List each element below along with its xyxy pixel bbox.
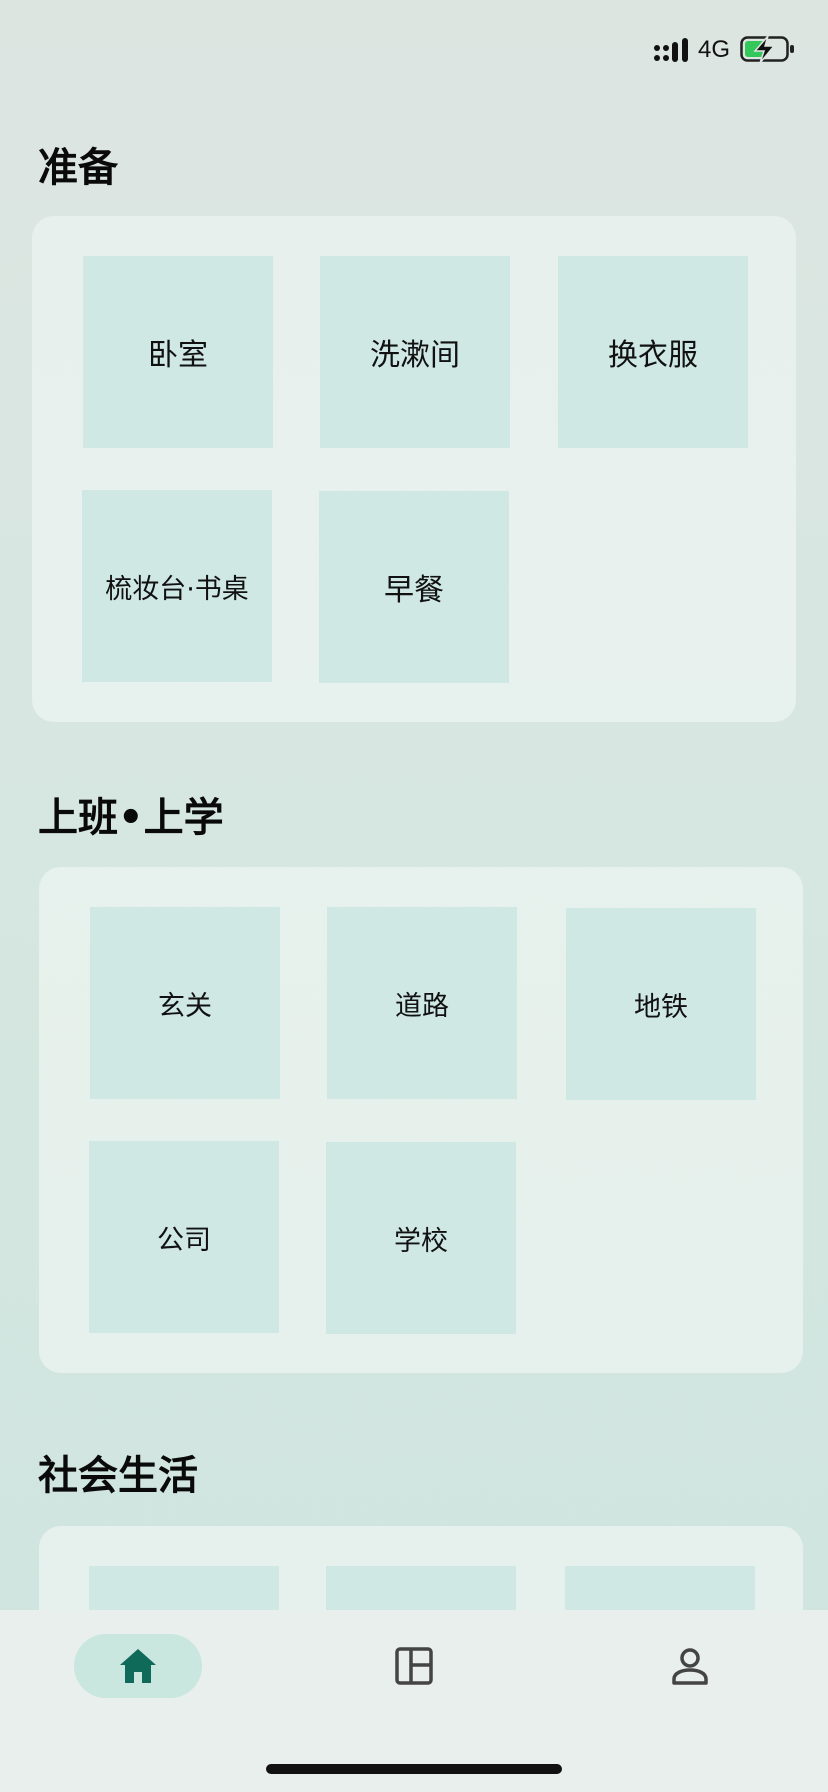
person-icon (672, 1648, 708, 1685)
scene-tile[interactable]: 洗漱间 (320, 256, 510, 448)
tab-home[interactable] (74, 1634, 202, 1698)
section-title-social-life: 社会生活 (38, 1453, 198, 1499)
layout-icon (395, 1647, 433, 1685)
scene-tile[interactable]: 道路 (327, 907, 517, 1099)
battery-charging-icon (740, 35, 794, 64)
scene-tile[interactable]: 卧室 (83, 256, 273, 448)
section-title-prepare: 准备 (38, 145, 118, 191)
scene-tile[interactable]: 梳妆台·书桌 (82, 490, 272, 682)
section-title-commute: 上班•上学 (38, 795, 224, 841)
home-icon (120, 1649, 156, 1683)
scene-tile[interactable]: 地铁 (566, 908, 756, 1100)
scene-tile[interactable]: 换衣服 (558, 256, 748, 448)
scene-tile[interactable]: 玄关 (90, 907, 280, 1099)
scene-tile[interactable]: 公司 (89, 1141, 279, 1333)
home-indicator[interactable] (266, 1764, 562, 1774)
tab-profile[interactable] (656, 1634, 724, 1698)
cellular-signal-icon (654, 38, 688, 62)
scene-tile[interactable]: 学校 (326, 1142, 516, 1334)
status-bar: 4G (0, 0, 828, 100)
network-type-label: 4G (698, 36, 731, 63)
tab-layout[interactable] (380, 1634, 448, 1698)
scene-tile[interactable]: 早餐 (319, 491, 509, 683)
